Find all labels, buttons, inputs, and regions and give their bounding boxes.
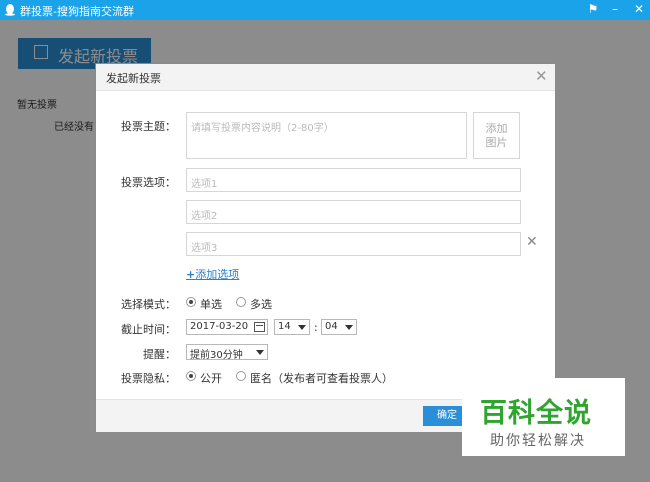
- privacy-public-label: 公开: [200, 372, 222, 385]
- options-label: 投票选项：: [121, 176, 176, 189]
- remind-label: 提醒：: [143, 348, 176, 361]
- window-titlebar: 群投票-搜狗指南交流群 ⚑ – ✕: [0, 0, 650, 20]
- qq-penguin-icon: [5, 4, 15, 16]
- remind-value: 提前30分钟: [190, 350, 243, 361]
- chevron-down-icon: [256, 350, 264, 355]
- remind-select[interactable]: 提前30分钟: [186, 344, 268, 361]
- mode-label: 选择模式：: [121, 298, 176, 311]
- topic-input[interactable]: 请填写投票内容说明（2-80字）: [186, 112, 467, 159]
- privacy-label: 投票隐私：: [121, 372, 176, 385]
- deadline-date-field[interactable]: 2017-03-20: [186, 319, 268, 335]
- close-window-button[interactable]: ✕: [630, 1, 648, 18]
- option-input-1[interactable]: 选项1: [186, 168, 521, 192]
- calendar-icon[interactable]: [254, 322, 265, 332]
- option-input-3[interactable]: 选项3: [186, 232, 521, 256]
- add-option-label: 添加选项: [195, 268, 240, 281]
- feedback-icon[interactable]: ⚑: [584, 1, 602, 18]
- mode-single-label: 单选: [200, 298, 222, 311]
- deadline-date-value: 2017-03-20: [190, 321, 249, 332]
- new-vote-dialog: 发起新投票 ✕ 投票主题： 请填写投票内容说明（2-80字） 添加 图片 投票选…: [95, 63, 556, 432]
- dialog-header: 发起新投票 ✕: [96, 64, 555, 91]
- option-input-2[interactable]: 选项2: [186, 200, 521, 224]
- plus-icon: +: [186, 268, 196, 281]
- watermark-logo: 百科全说 助你轻松解决: [462, 378, 625, 456]
- privacy-public-radio[interactable]: [186, 371, 196, 381]
- time-separator: :: [314, 321, 318, 334]
- add-image-label-1: 添加: [485, 122, 508, 135]
- window-title: 群投票-搜狗指南交流群: [20, 5, 134, 18]
- watermark-sub: 助你轻松解决: [490, 433, 586, 449]
- watermark-main: 百科全说: [480, 398, 592, 429]
- deadline-hour-select[interactable]: 14: [274, 319, 310, 335]
- deadline-minute-value: 04: [325, 321, 338, 332]
- add-image-label-2: 图片: [485, 136, 508, 149]
- dialog-close-icon[interactable]: ✕: [535, 67, 548, 85]
- mode-multi-radio[interactable]: [236, 297, 246, 307]
- deadline-hour-value: 14: [278, 321, 291, 332]
- remove-option-icon[interactable]: ✕: [526, 234, 538, 250]
- add-option-link[interactable]: +添加选项: [186, 266, 239, 282]
- dialog-title: 发起新投票: [106, 72, 161, 85]
- privacy-anon-label: 匿名（发布者可查看投票人）: [250, 372, 393, 385]
- minimize-button[interactable]: –: [606, 1, 624, 18]
- deadline-minute-select[interactable]: 04: [321, 319, 357, 335]
- add-image-button[interactable]: 添加 图片: [473, 112, 520, 159]
- privacy-anon-radio[interactable]: [236, 371, 246, 381]
- deadline-label: 截止时间：: [121, 323, 176, 336]
- mode-single-radio[interactable]: [186, 297, 196, 307]
- topic-label: 投票主题：: [121, 120, 176, 133]
- chevron-down-icon: [298, 325, 306, 330]
- mode-multi-label: 多选: [250, 298, 272, 311]
- chevron-down-icon: [345, 325, 353, 330]
